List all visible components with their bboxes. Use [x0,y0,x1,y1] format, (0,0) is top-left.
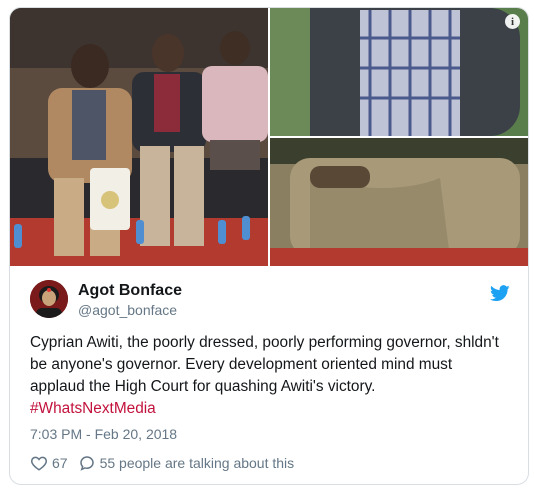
tweet-body: Cyprian Awiti, the poorly dressed, poorl… [30,334,499,395]
tweet-text: Cyprian Awiti, the poorly dressed, poorl… [30,332,510,420]
speech-bubble-icon [79,456,94,471]
photo-trousers[interactable] [270,138,528,266]
avatar-image [30,280,68,318]
like-button[interactable]: 67 [30,454,68,472]
reply-button[interactable]: 55 people are talking about this [78,454,295,472]
embedded-tweet-card: i Agot Bonface @agot_bonface Cyprian Awi… [9,7,529,485]
info-icon[interactable]: i [505,14,520,29]
display-name[interactable]: Agot Bonface [78,282,182,300]
hashtag-link[interactable]: #WhatsNextMedia [30,398,510,420]
twitter-bird-icon[interactable] [490,285,510,302]
avatar[interactable] [30,280,68,318]
tweet-photo-grid[interactable]: i [10,8,528,266]
photo-plaid-shirt[interactable] [270,8,528,136]
user-handle[interactable]: @agot_bonface [78,302,177,318]
like-count: 67 [52,455,68,471]
heart-icon [31,456,47,471]
tweet-actions: 67 55 people are talking about this [30,452,510,474]
photo-collage [10,8,528,266]
photo-seated-officials[interactable] [10,8,268,266]
conversation-count: 55 people are talking about this [99,455,295,471]
tweet-timestamp[interactable]: 7:03 PM - Feb 20, 2018 [30,426,177,442]
tweet-author: Agot Bonface @agot_bonface [30,280,510,320]
